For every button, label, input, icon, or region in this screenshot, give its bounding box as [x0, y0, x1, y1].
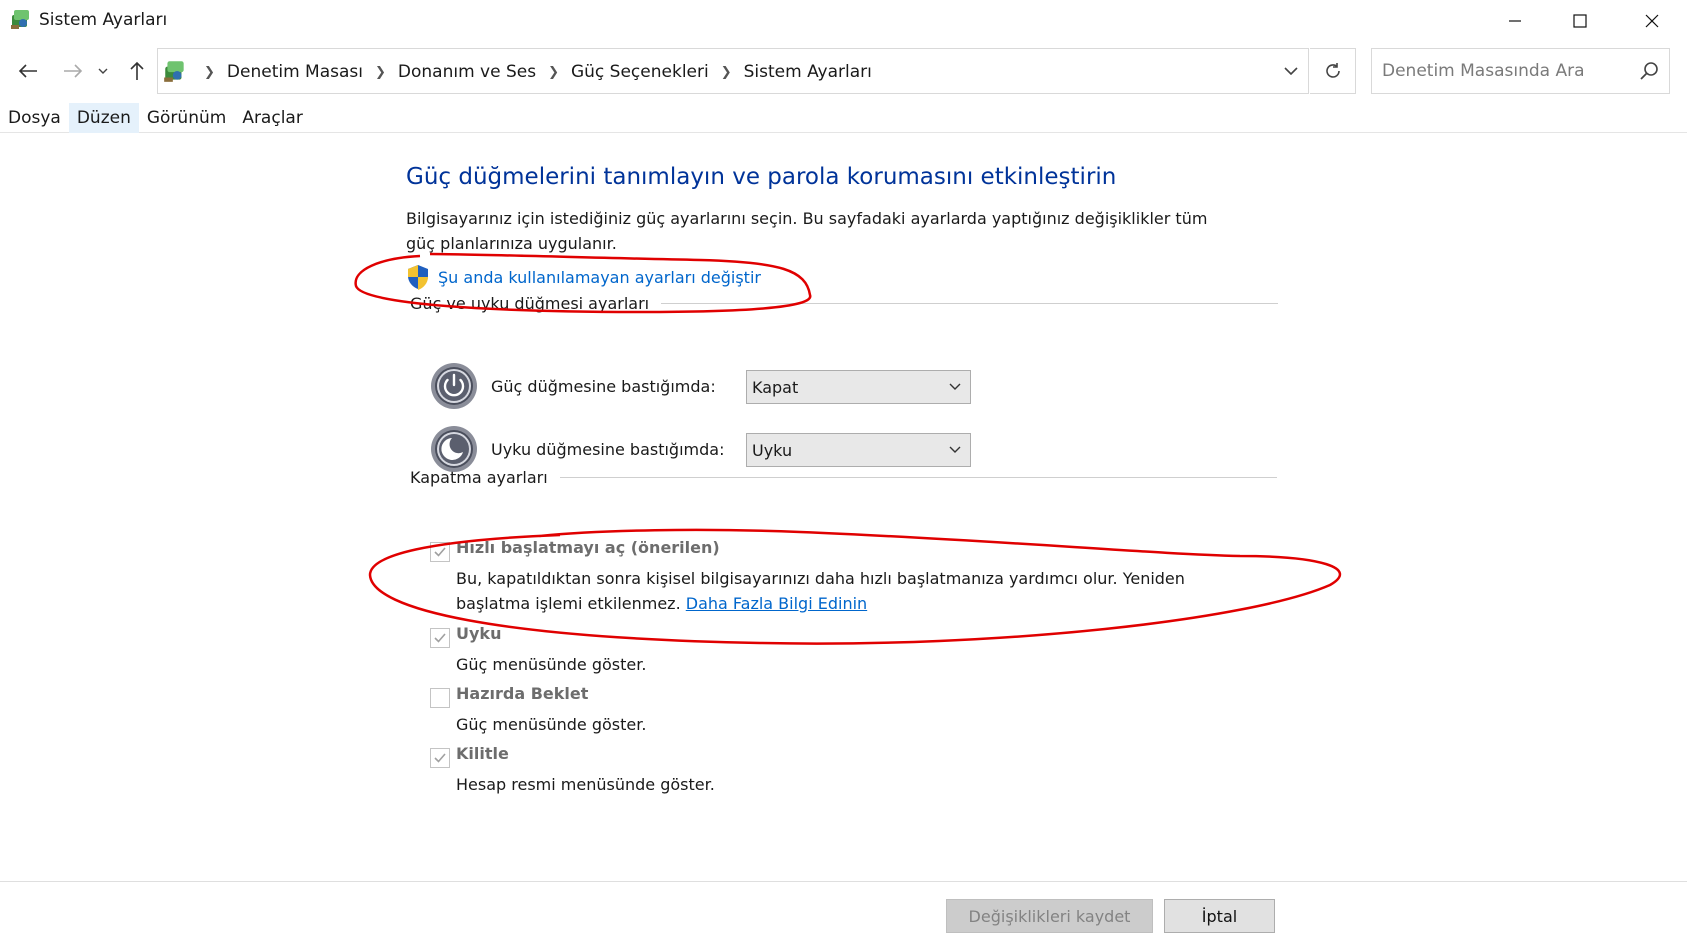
maximize-button[interactable] [1545, 0, 1615, 42]
arrow-right-icon [64, 64, 83, 78]
control-panel-icon [164, 61, 184, 82]
window-title: Sistem Ayarları [39, 10, 168, 30]
breadcrumb-item[interactable]: Güç Seçenekleri [571, 62, 709, 82]
page-title: Güç düğmelerini tanımlayın ve parola kor… [406, 164, 1117, 190]
back-button[interactable] [12, 56, 44, 86]
chevron-right-icon[interactable]: ❯ [204, 65, 215, 80]
arrow-up-icon [130, 61, 144, 80]
select-value: Kapat [752, 377, 799, 397]
maximize-icon [1573, 14, 1587, 28]
chevron-right-icon[interactable]: ❯ [721, 65, 732, 80]
checkmark-icon [434, 547, 446, 557]
shutdown-section-header: Kapatma ayarları [410, 468, 1277, 487]
title-bar: Sistem Ayarları [0, 0, 1687, 42]
footer: Değişiklikleri kaydet İptal [0, 881, 1687, 948]
fast-startup-checkbox[interactable] [430, 542, 450, 562]
refresh-icon [1325, 63, 1340, 78]
up-button[interactable] [121, 56, 153, 86]
close-button[interactable] [1617, 0, 1687, 42]
hibernate-option-label: Hazırda Beklet [456, 684, 589, 703]
fast-startup-label: Hızlı başlatmayı aç (önerilen) [456, 538, 720, 557]
hibernate-checkbox[interactable] [430, 688, 450, 708]
breadcrumb-item[interactable]: Denetim Masası [227, 62, 363, 82]
forward-button[interactable] [57, 56, 89, 86]
checkmark-icon [434, 633, 446, 643]
power-icon [431, 363, 477, 409]
chevron-down-icon [949, 446, 961, 453]
close-icon [1645, 14, 1659, 28]
address-bar[interactable]: ❯ Denetim Masası ❯ Donanım ve Ses ❯ Güç … [157, 48, 1309, 94]
search-input[interactable] [1372, 49, 1632, 93]
search-icon[interactable] [1639, 61, 1659, 81]
admin-settings-link-row[interactable]: Şu anda kullanılamayan ayarları değiştir [406, 264, 761, 290]
chevron-down-icon [98, 68, 108, 74]
learn-more-link[interactable]: Daha Fazla Bilgi Edinin [686, 594, 867, 613]
sleep-option-label: Uyku [456, 624, 502, 643]
power-button-row: Güç düğmesine bastığımda: Kapat [430, 362, 971, 410]
menu-file[interactable]: Dosya [0, 103, 69, 133]
page-description: Bilgisayarınız için istediğiniz güç ayar… [406, 209, 1208, 253]
sleep-button-label: Uyku düğmesine bastığımda: [491, 439, 725, 459]
hibernate-option-description: Güç menüsünde göster. [456, 715, 647, 734]
recent-locations-button[interactable] [93, 56, 113, 86]
menu-edit[interactable]: Düzen [68, 102, 139, 133]
breadcrumb: ❯ Denetim Masası ❯ Donanım ve Ses ❯ Güç … [192, 49, 872, 95]
arrow-left-icon [18, 64, 37, 78]
checkmark-icon [434, 753, 446, 763]
search-box[interactable] [1371, 48, 1670, 94]
power-section-header: Güç ve uyku düğmesi ayarları [410, 294, 1279, 313]
menu-view[interactable]: Görünüm [139, 103, 234, 133]
lock-option-description: Hesap resmi menüsünde göster. [456, 775, 715, 794]
sleep-button-action-select[interactable]: Uyku [746, 433, 971, 467]
divider [559, 477, 1277, 478]
chevron-right-icon[interactable]: ❯ [548, 65, 559, 80]
minimize-icon [1509, 20, 1521, 22]
shutdown-section-title: Kapatma ayarları [410, 468, 548, 487]
main-content: Güç düğmelerini tanımlayın ve parola kor… [0, 134, 1687, 879]
save-changes-button[interactable]: Değişiklikleri kaydet [946, 899, 1153, 933]
cancel-button[interactable]: İptal [1164, 899, 1275, 933]
breadcrumb-item[interactable]: Donanım ve Ses [398, 62, 536, 82]
shield-icon [408, 265, 428, 290]
navigation-bar: ❯ Denetim Masası ❯ Donanım ve Ses ❯ Güç … [0, 46, 1687, 96]
select-value: Uyku [752, 440, 793, 460]
power-button-label: Güç düğmesine bastığımda: [491, 376, 716, 396]
change-unavailable-settings-link[interactable]: Şu anda kullanılamayan ayarları değiştir [438, 268, 761, 287]
divider [661, 303, 1279, 304]
menu-bar: Dosya Düzen Görünüm Araçlar [0, 102, 1687, 133]
address-history-button[interactable] [1273, 49, 1309, 93]
lock-option-label: Kilitle [456, 744, 509, 763]
chevron-right-icon[interactable]: ❯ [375, 65, 386, 80]
lock-checkbox[interactable] [430, 748, 450, 768]
sleep-icon [431, 426, 477, 472]
sleep-option-description: Güç menüsünde göster. [456, 655, 647, 674]
control-panel-icon [11, 10, 29, 29]
chevron-down-icon [1284, 67, 1298, 75]
breadcrumb-item[interactable]: Sistem Ayarları [744, 62, 872, 82]
sleep-checkbox[interactable] [430, 628, 450, 648]
refresh-button[interactable] [1310, 48, 1356, 94]
power-section-title: Güç ve uyku düğmesi ayarları [410, 294, 650, 313]
chevron-down-icon [949, 383, 961, 390]
menu-tools[interactable]: Araçlar [234, 103, 311, 133]
sleep-button-row: Uyku düğmesine bastığımda: Uyku [430, 425, 971, 473]
power-button-action-select[interactable]: Kapat [746, 370, 971, 404]
fast-startup-description: Bu, kapatıldıktan sonra kişisel bilgisay… [456, 566, 1256, 616]
minimize-button[interactable] [1480, 0, 1550, 42]
